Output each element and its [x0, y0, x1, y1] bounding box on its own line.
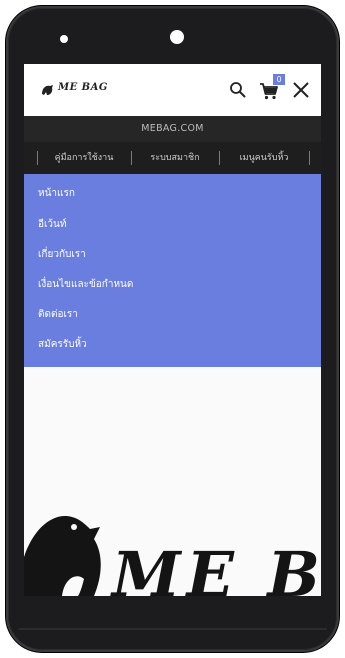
front-camera: [170, 30, 184, 44]
cart-count-badge: 0: [273, 74, 285, 85]
phone-frame: ME BAG 0 MEBAG.COM คู่มือการใช้งาน ระบบส…: [6, 6, 339, 652]
close-icon[interactable]: [291, 80, 311, 100]
mobile-menu: หน้าแรก อีเว้นท์ เกี่ยวกับเรา เงื่อนไขแล…: [24, 174, 321, 367]
sub-nav-item-membership[interactable]: ระบบสมาชิก: [132, 142, 218, 174]
search-icon[interactable]: [228, 80, 248, 100]
menu-item-terms[interactable]: เงื่อนไขและข้อกำหนด: [38, 276, 133, 294]
menu-item-home[interactable]: หน้าแรก: [38, 185, 75, 203]
hero-logo-artwork: ME BAG: [24, 516, 321, 596]
menu-item-register-carrier[interactable]: สมัครรับหิ้ว: [38, 336, 87, 354]
phone-screen: ME BAG 0 MEBAG.COM คู่มือการใช้งาน ระบบส…: [24, 64, 321, 596]
sub-nav: คู่มือการใช้งาน ระบบสมาชิก เมนูคนรับหิ้ว: [24, 142, 321, 174]
menu-item-events[interactable]: อีเว้นท์: [38, 216, 66, 234]
sub-nav-item-manual[interactable]: คู่มือการใช้งาน: [38, 142, 130, 174]
hero-banner: ME BAG: [24, 367, 321, 596]
bird-logo-icon: [24, 516, 101, 596]
sub-nav-separator: [309, 151, 310, 165]
menu-item-about[interactable]: เกี่ยวกับเรา: [38, 246, 86, 264]
proximity-sensor: [60, 35, 68, 43]
bottom-bezel: [18, 628, 327, 630]
header-logo-text[interactable]: ME BAG: [58, 82, 108, 93]
site-domain-bar[interactable]: MEBAG.COM: [24, 116, 321, 142]
sub-nav-item-carrier-menu[interactable]: เมนูคนรับหิ้ว: [220, 142, 308, 174]
bird-logo-icon[interactable]: [40, 82, 56, 98]
menu-item-contact[interactable]: ติดต่อเรา: [38, 306, 78, 324]
site-header: ME BAG 0: [24, 64, 321, 116]
hero-logo-text: ME BAG: [110, 538, 321, 596]
